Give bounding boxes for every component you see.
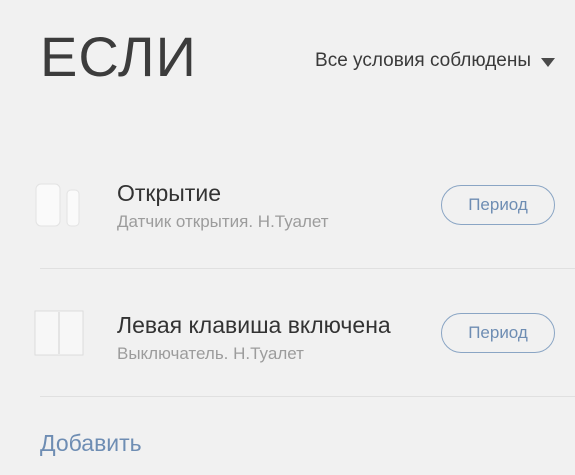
- divider: [40, 396, 575, 397]
- caret-down-icon: [541, 57, 555, 67]
- condition-row-opening[interactable]: Открытие Датчик открытия. Н.Туалет Перио…: [0, 148, 575, 268]
- condition-subtitle: Датчик открытия. Н.Туалет: [117, 212, 329, 231]
- period-button[interactable]: Период: [441, 185, 555, 225]
- condition-mode-dropdown[interactable]: Все условия соблюдены: [315, 50, 555, 72]
- page-title: ЕСЛИ: [40, 25, 197, 88]
- add-condition-link[interactable]: Добавить: [40, 430, 142, 457]
- condition-row-left-key[interactable]: Левая клавиша включена Выключатель. Н.Ту…: [0, 272, 575, 392]
- period-button[interactable]: Период: [441, 313, 555, 353]
- condition-mode-label: Все условия соблюдены: [315, 50, 531, 71]
- condition-subtitle: Выключатель. Н.Туалет: [117, 344, 304, 363]
- wall-switch-icon: [34, 310, 84, 361]
- condition-title: Открытие: [117, 180, 221, 206]
- divider: [40, 268, 575, 269]
- door-sensor-icon: [34, 182, 84, 233]
- condition-title: Левая клавиша включена: [117, 312, 391, 338]
